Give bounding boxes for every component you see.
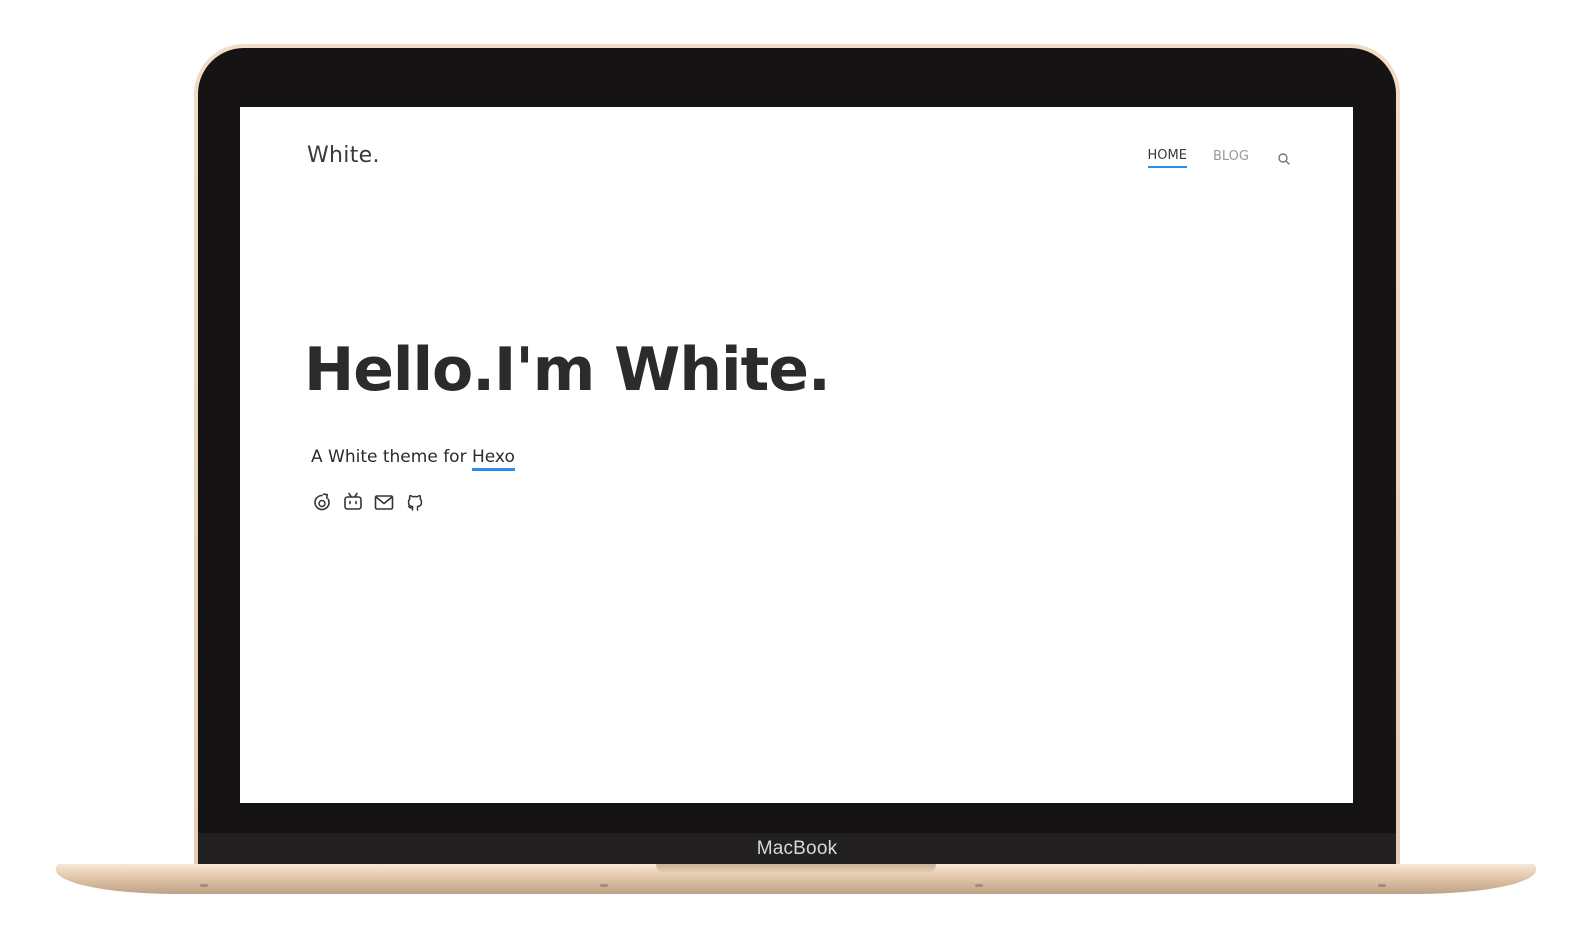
laptop-foot <box>600 884 608 887</box>
mail-icon[interactable] <box>373 491 395 513</box>
laptop-opening-notch <box>656 864 936 874</box>
social-links <box>311 491 426 513</box>
hero-tagline: A White theme for Hexo <box>311 447 515 471</box>
laptop-screen: White. HOME BLOG Hello.I'm White. A Whit… <box>240 107 1353 803</box>
hero-title: Hello.I'm White. <box>304 335 831 405</box>
site-logo[interactable]: White. <box>307 143 380 168</box>
tagline-text: A White theme for <box>311 447 472 467</box>
hexo-link[interactable]: Hexo <box>471 447 515 471</box>
laptop-foot <box>975 884 983 887</box>
main-nav: HOME BLOG <box>1122 148 1291 168</box>
nav-home-link[interactable]: HOME <box>1147 148 1187 168</box>
laptop-foot <box>1378 884 1386 887</box>
search-icon[interactable] <box>1277 151 1291 165</box>
weibo-icon[interactable] <box>311 491 333 513</box>
mockup-stage: MacBook White. HOME BLOG Hello.I'm White… <box>0 0 1594 928</box>
laptop-foot <box>200 884 208 887</box>
bilibili-icon[interactable] <box>342 491 364 513</box>
nav-blog-link[interactable]: BLOG <box>1213 149 1249 167</box>
laptop-brand-label: MacBook <box>756 838 838 859</box>
github-icon[interactable] <box>404 491 426 513</box>
